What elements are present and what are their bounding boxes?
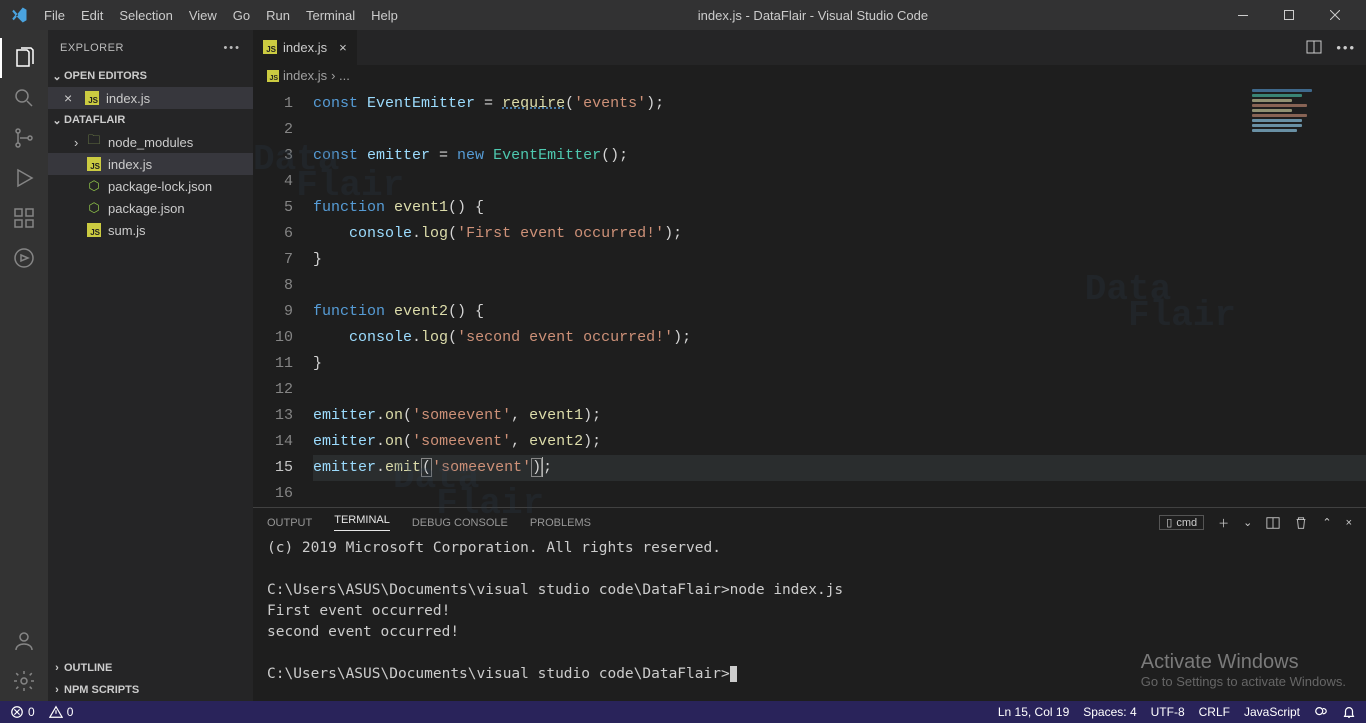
npm-file-icon: ⬡ [86,200,102,216]
status-lncol[interactable]: Ln 15, Col 19 [998,705,1069,719]
tree-folder-node-modules[interactable]: › 🗀 node_modules [48,131,253,153]
tree-file-sum[interactable]: JS sum.js [48,219,253,241]
outline-label: OUTLINE [64,662,112,674]
open-editor-item[interactable]: × JS index.js [48,87,253,109]
chevron-right-icon: › [50,684,64,696]
window-title: index.js - DataFlair - Visual Studio Cod… [406,8,1220,23]
breadcrumb[interactable]: JS index.js › ... [253,65,1366,87]
js-file-icon: JS [263,40,277,54]
activity-extensions[interactable] [0,198,48,238]
code-editor[interactable]: 1 2 3 4 5 6 7 8 9 10 11 12 13 14 15 16 c… [253,87,1366,507]
terminal-icon: ▯ [1166,516,1172,529]
js-file-icon: JS [87,157,101,171]
tree-item-label: node_modules [108,135,193,150]
npm-scripts-label: NPM SCRIPTS [64,684,139,696]
activate-windows-watermark: Activate Windows Go to Settings to activ… [1141,651,1346,689]
code-content[interactable]: const EventEmitter = require('events'); … [313,87,1366,507]
panel-tab-terminal[interactable]: TERMINAL [334,514,390,531]
menu-file[interactable]: File [36,4,73,27]
activity-explorer[interactable] [0,38,48,78]
activity-debug[interactable] [0,158,48,198]
menu-help[interactable]: Help [363,4,406,27]
editor-tabs: JS index.js × ••• [253,30,1366,65]
panel-tab-problems[interactable]: PROBLEMS [530,517,591,529]
tree-item-label: package.json [108,201,185,216]
menu-view[interactable]: View [181,4,225,27]
chevron-down-icon: ⌄ [50,70,64,83]
outline-header[interactable]: › OUTLINE [48,657,253,679]
chevron-right-icon: › [74,135,86,150]
menu-go[interactable]: Go [225,4,258,27]
activity-search[interactable] [0,78,48,118]
status-spaces[interactable]: Spaces: 4 [1083,705,1136,719]
activity-settings[interactable] [0,661,48,701]
js-file-icon: JS [85,91,99,105]
panel-tab-output[interactable]: OUTPUT [267,517,312,529]
activity-bar [0,30,48,701]
js-file-icon: JS [87,223,101,237]
editor-tab-index[interactable]: JS index.js × [253,30,358,65]
breadcrumb-rest: › ... [331,68,350,83]
npm-scripts-header[interactable]: › NPM SCRIPTS [48,679,253,701]
tree-file-index[interactable]: JS index.js [48,153,253,175]
project-label: DATAFLAIR [64,114,125,126]
chevron-right-icon: › [50,662,64,674]
open-editors-label: OPEN EDITORS [64,70,147,82]
window-close-button[interactable] [1312,0,1358,30]
minimap[interactable] [1252,89,1352,169]
explorer-more-icon[interactable]: ••• [223,42,241,54]
npm-file-icon: ⬡ [86,178,102,194]
tree-file-package-lock[interactable]: ⬡ package-lock.json [48,175,253,197]
breadcrumb-file: index.js [283,68,327,83]
split-terminal-icon[interactable] [1266,516,1280,530]
status-eol[interactable]: CRLF [1199,705,1230,719]
line-gutter: 1 2 3 4 5 6 7 8 9 10 11 12 13 14 15 16 [253,87,313,507]
status-bar: 0 0 Ln 15, Col 19 Spaces: 4 UTF-8 CRLF J… [0,701,1366,723]
open-editors-header[interactable]: ⌄ OPEN EDITORS [48,65,253,87]
title-bar: File Edit Selection View Go Run Terminal… [0,0,1366,30]
window-minimize-button[interactable] [1220,0,1266,30]
menu-run[interactable]: Run [258,4,298,27]
new-terminal-icon[interactable]: ＋ [1218,515,1229,531]
close-panel-icon[interactable]: × [1346,517,1352,529]
split-editor-icon[interactable] [1306,39,1322,55]
status-lang[interactable]: JavaScript [1244,705,1300,719]
status-bell-icon[interactable] [1342,705,1356,719]
editor-area: JS index.js × ••• JS index.js › ... 1 2 … [253,30,1366,701]
more-actions-icon[interactable]: ••• [1336,40,1356,55]
activity-live[interactable] [0,238,48,278]
tree-item-label: sum.js [108,223,146,238]
tree-item-label: index.js [108,157,152,172]
sidebar-explorer: EXPLORER ••• ⌄ OPEN EDITORS × JS index.j… [48,30,253,701]
terminal-shell-selector[interactable]: ▯cmd [1159,515,1204,530]
explorer-title: EXPLORER [60,42,124,54]
activity-scm[interactable] [0,118,48,158]
tab-label: index.js [283,40,327,55]
chevron-down-icon: ⌄ [50,114,64,127]
tree-item-label: package-lock.json [108,179,212,194]
menu-selection[interactable]: Selection [111,4,180,27]
status-encoding[interactable]: UTF-8 [1151,705,1185,719]
tree-file-package[interactable]: ⬡ package.json [48,197,253,219]
status-feedback-icon[interactable] [1314,705,1328,719]
close-icon[interactable]: × [64,90,80,106]
js-file-icon: JS [267,70,279,82]
activity-account[interactable] [0,621,48,661]
menu-bar: File Edit Selection View Go Run Terminal… [36,4,406,27]
folder-icon: 🗀 [86,131,102,153]
terminal-dropdown-icon[interactable]: ⌄ [1243,516,1252,529]
close-icon[interactable]: × [339,40,347,55]
status-errors[interactable]: 0 [10,705,35,719]
kill-terminal-icon[interactable] [1294,516,1308,530]
status-warnings[interactable]: 0 [49,705,74,719]
maximize-panel-icon[interactable]: ⌃ [1322,516,1331,529]
menu-edit[interactable]: Edit [73,4,111,27]
menu-terminal[interactable]: Terminal [298,4,363,27]
panel-tab-debug[interactable]: DEBUG CONSOLE [412,517,508,529]
vscode-icon [10,6,28,24]
open-editor-label: index.js [106,91,150,106]
window-maximize-button[interactable] [1266,0,1312,30]
project-header[interactable]: ⌄ DATAFLAIR [48,109,253,131]
